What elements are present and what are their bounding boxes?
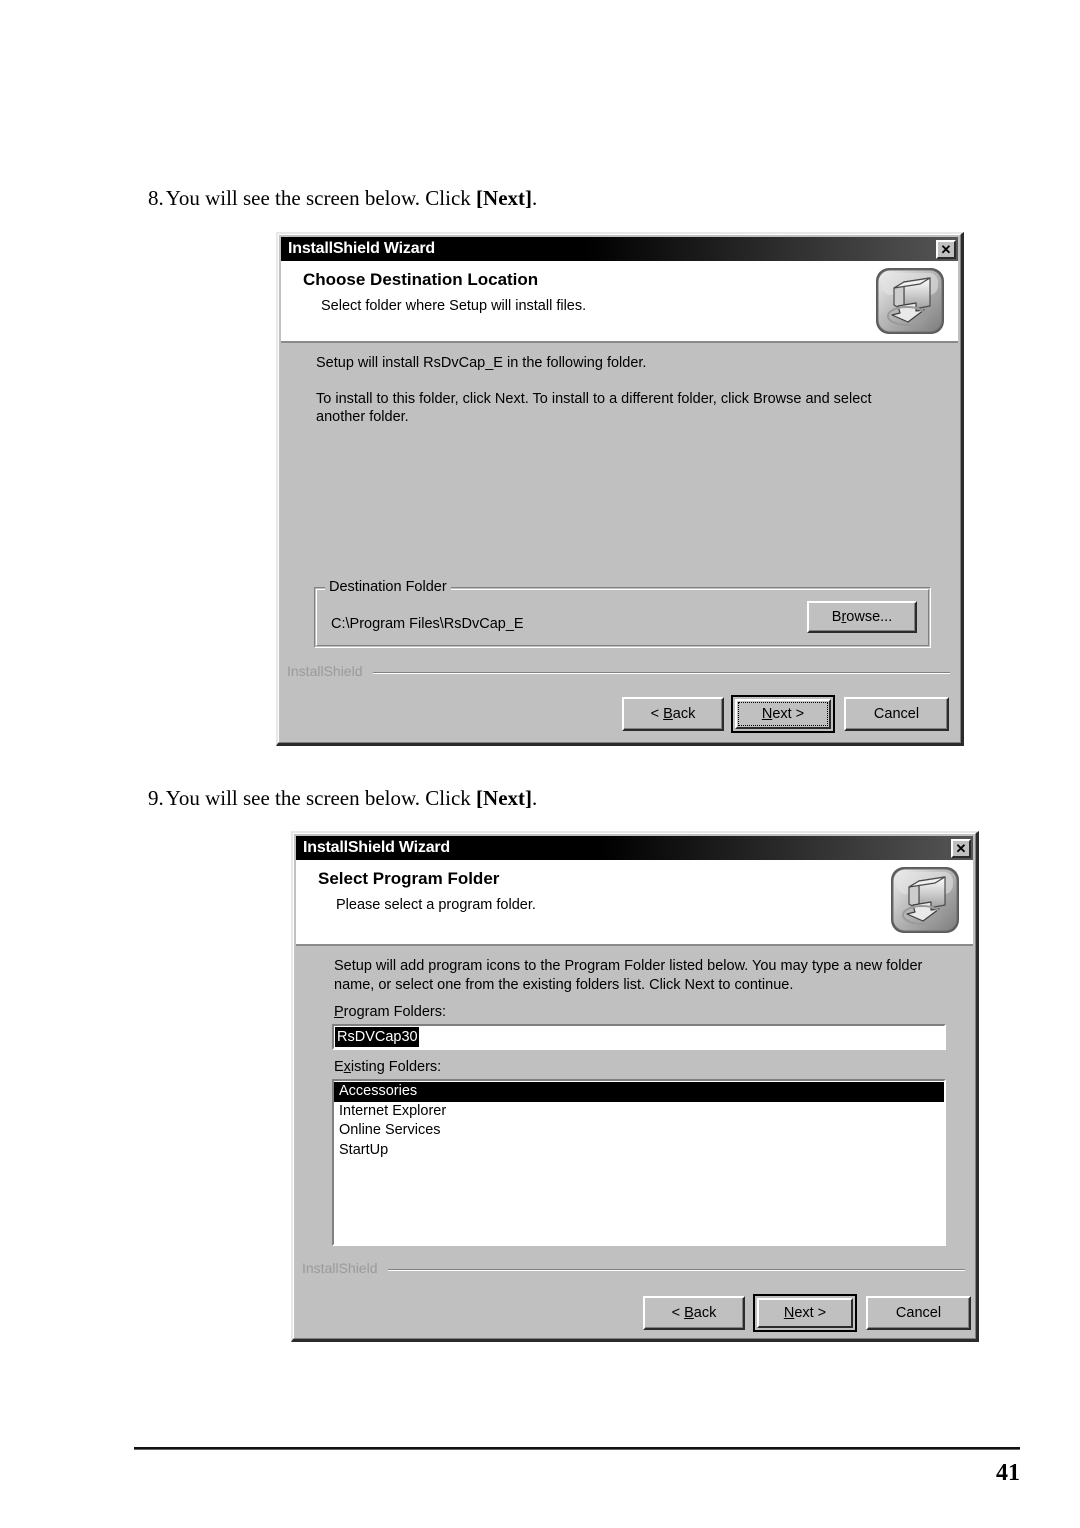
next-button[interactable]: Next > xyxy=(731,695,835,733)
dialog-1-header-title: Choose Destination Location xyxy=(303,270,539,289)
dialog-1-header-band: Choose Destination Location Select folde… xyxy=(281,261,958,343)
installshield-computer-download-icon xyxy=(891,867,959,933)
next-button-label: Next > xyxy=(761,706,805,722)
back-button[interactable]: < Back xyxy=(643,1296,745,1330)
step-8-suffix: . xyxy=(532,186,538,210)
existing-folders-listbox[interactable]: Accessories Internet Explorer Online Ser… xyxy=(332,1079,946,1246)
dialog-2-installshield-footer: InstallShield xyxy=(302,1260,965,1276)
dialog-1-body-line-2: To install to this folder, click Next. T… xyxy=(316,391,872,407)
cancel-button-label: Cancel xyxy=(895,1305,942,1321)
dialog-2-brand-label: InstallShield xyxy=(302,1260,378,1276)
dialog-1-titlebar[interactable]: InstallShield Wizard ✕ xyxy=(281,237,958,261)
cancel-button-label: Cancel xyxy=(873,706,920,722)
step-9-number: 9. xyxy=(148,786,164,810)
back-button-label: < Back xyxy=(650,706,696,722)
step-8-number: 8. xyxy=(148,186,164,210)
step-9-suffix: . xyxy=(532,786,538,810)
dialog-2-titlebar[interactable]: InstallShield Wizard ✕ xyxy=(296,836,973,860)
step-8-text: You will see the screen below. Click xyxy=(165,186,477,210)
close-icon[interactable]: ✕ xyxy=(951,838,971,858)
list-item[interactable]: Online Services xyxy=(334,1121,944,1141)
back-button[interactable]: < Back xyxy=(622,697,724,731)
dialog-2-header-band: Select Program Folder Please select a pr… xyxy=(296,860,973,946)
program-folders-value: RsDVCap30 xyxy=(335,1026,419,1048)
list-item[interactable]: StartUp xyxy=(334,1141,944,1161)
step-9-text: You will see the screen below. Click xyxy=(165,786,477,810)
cancel-button[interactable]: Cancel xyxy=(844,697,949,731)
page-number: 41 xyxy=(996,1460,1020,1486)
page-footer-rule xyxy=(134,1447,1020,1450)
program-folders-label: Program Folders: xyxy=(334,1004,447,1020)
list-item[interactable]: Accessories xyxy=(334,1082,944,1102)
browse-button-label: Browse... xyxy=(831,609,893,625)
browse-button[interactable]: Browse... xyxy=(807,601,917,633)
step-8-emphasis: [Next] xyxy=(476,186,533,210)
dialog-2-body: Setup will add program icons to the Prog… xyxy=(296,948,973,1336)
step-8-instruction: 8.You will see the screen below. Click [… xyxy=(148,186,537,211)
dialog-1-footer-rule xyxy=(373,672,950,674)
destination-folder-legend: Destination Folder xyxy=(325,579,451,595)
choose-destination-location-dialog: InstallShield Wizard ✕ Choose Destinatio… xyxy=(276,232,964,746)
cancel-button[interactable]: Cancel xyxy=(866,1296,971,1330)
next-button[interactable]: Next > xyxy=(753,1294,857,1332)
dialog-2-title: InstallShield Wizard xyxy=(303,839,450,856)
close-icon[interactable]: ✕ xyxy=(936,239,956,259)
dialog-1-brand-label: InstallShield xyxy=(287,663,363,679)
destination-folder-path: C:\Program Files\RsDvCap_E xyxy=(331,616,524,632)
installshield-computer-download-icon xyxy=(876,268,944,334)
dialog-2-header-subtitle: Please select a program folder. xyxy=(336,897,536,913)
existing-folders-label: Existing Folders: xyxy=(334,1059,442,1075)
dialog-2-body-line-2: name, or select one from the existing fo… xyxy=(334,977,794,993)
list-item[interactable]: Internet Explorer xyxy=(334,1102,944,1122)
select-program-folder-dialog: InstallShield Wizard ✕ Select Program Fo… xyxy=(291,831,979,1342)
dialog-1-body-line-1: Setup will install RsDvCap_E in the foll… xyxy=(316,355,647,371)
dialog-1-body-line-3: another folder. xyxy=(316,409,409,425)
dialog-1-installshield-footer: InstallShield xyxy=(287,663,950,679)
dialog-1-title: InstallShield Wizard xyxy=(288,240,435,257)
destination-folder-groupbox: Destination Folder C:\Program Files\RsDv… xyxy=(314,579,931,648)
program-folders-input[interactable]: RsDVCap30 xyxy=(332,1024,946,1050)
dialog-2-body-line-1: Setup will add program icons to the Prog… xyxy=(334,958,923,974)
step-9-emphasis: [Next] xyxy=(476,786,533,810)
dialog-1-header-subtitle: Select folder where Setup will install f… xyxy=(321,298,587,314)
dialog-2-header-title: Select Program Folder xyxy=(318,869,500,888)
next-button-label: Next > xyxy=(783,1305,827,1321)
dialog-1-body: Setup will install RsDvCap_E in the foll… xyxy=(281,345,958,740)
step-9-instruction: 9.You will see the screen below. Click [… xyxy=(148,786,537,811)
back-button-label: < Back xyxy=(671,1305,717,1321)
dialog-2-footer-rule xyxy=(388,1269,965,1271)
